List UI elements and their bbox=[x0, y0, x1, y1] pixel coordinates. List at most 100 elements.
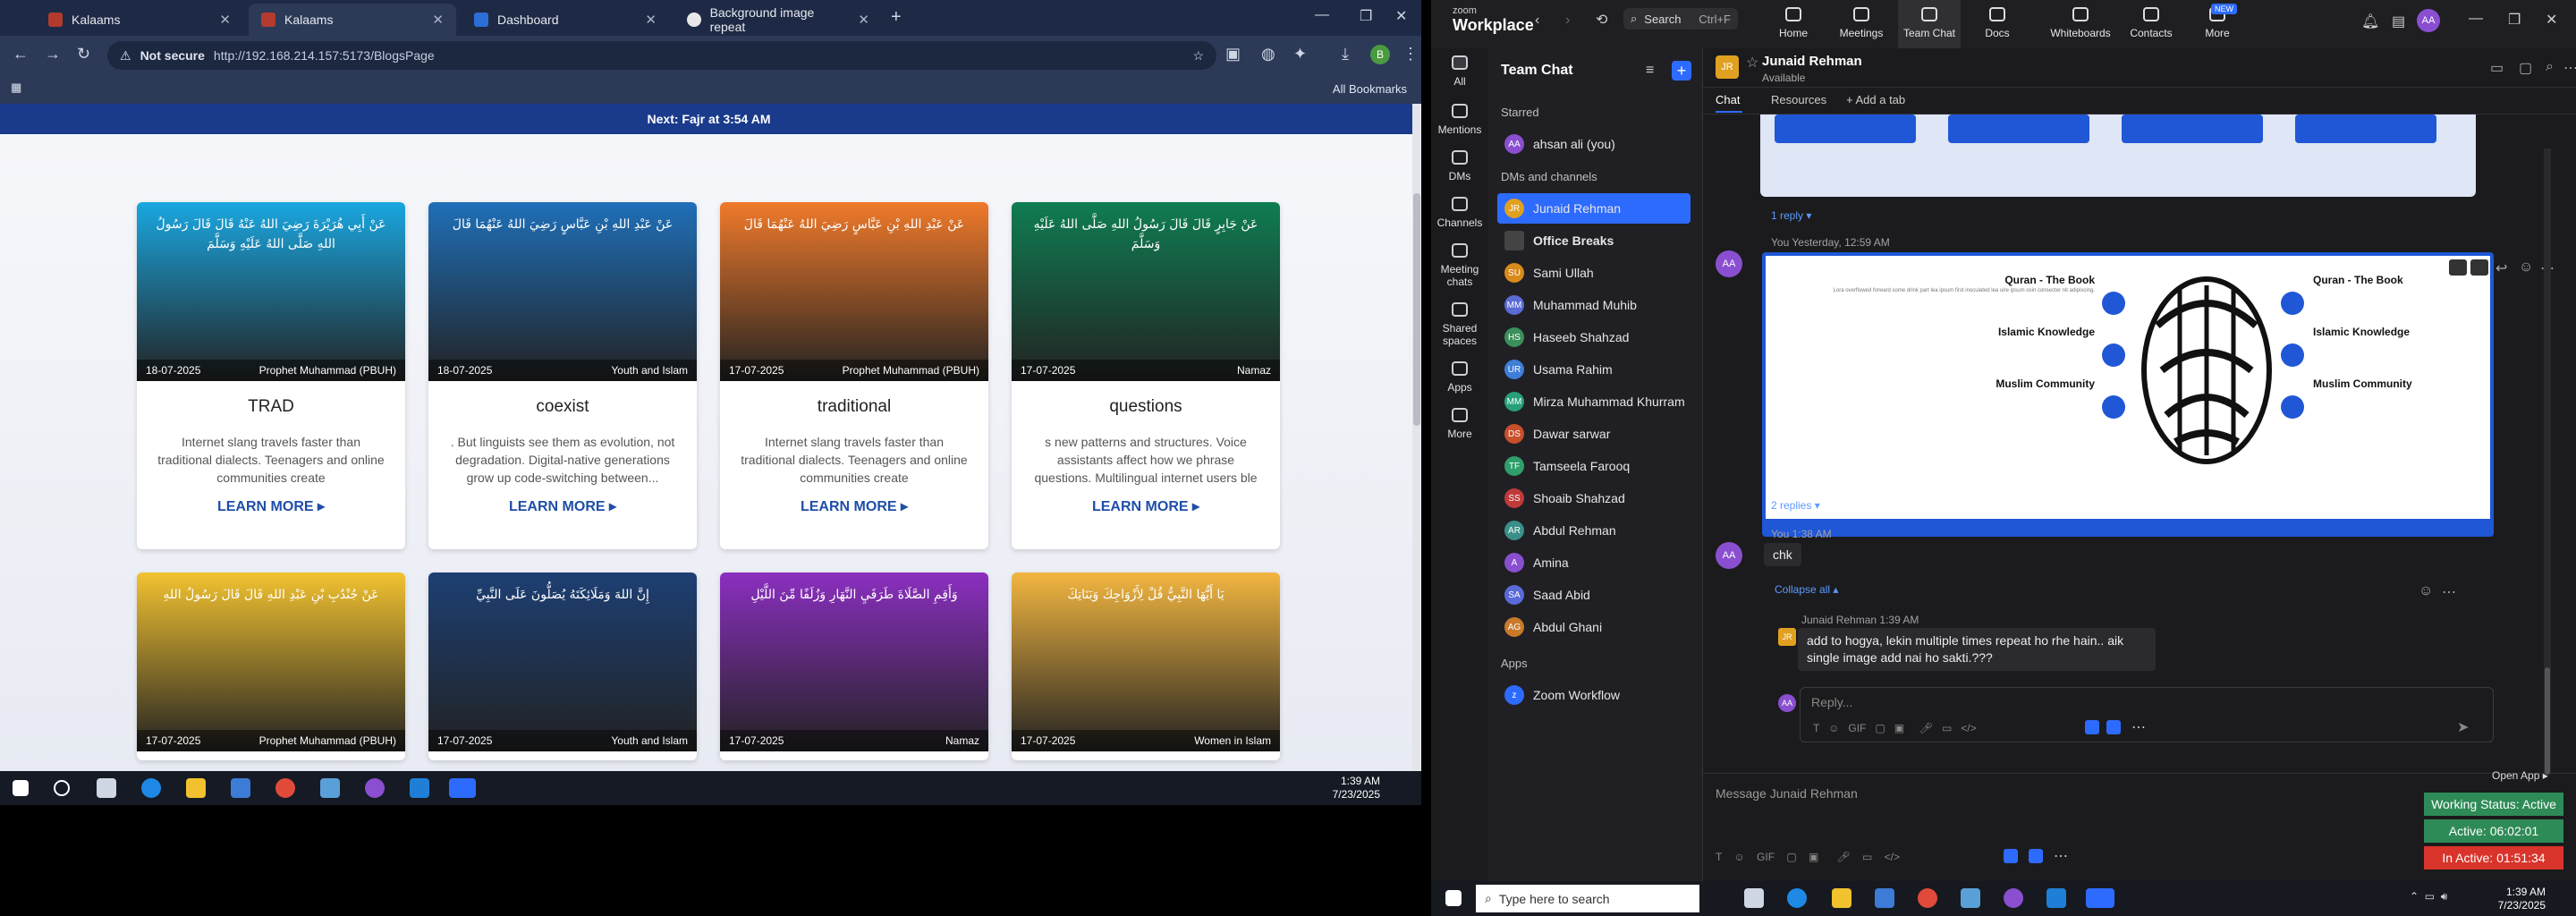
app-icon[interactable] bbox=[320, 778, 340, 798]
collapse-all-link[interactable]: Collapse all ▴ bbox=[1775, 583, 1838, 596]
blog-card[interactable]: عَنْ جَابِرٍ قَالَ قَالَ رَسُولُ اللهِ ص… bbox=[1012, 202, 1280, 549]
more-icon[interactable]: ⋯ bbox=[2131, 718, 2146, 736]
windows-start-icon[interactable] bbox=[1445, 890, 1462, 906]
sidebar-item-contact[interactable]: MM Mirza Muhammad Khurram bbox=[1497, 386, 1690, 417]
vscode-icon[interactable] bbox=[410, 778, 429, 798]
nav-contacts[interactable]: Contacts bbox=[2120, 0, 2182, 48]
sidebar-item-contact[interactable]: JR Junaid Rehman bbox=[1497, 193, 1690, 224]
nav-meetings[interactable]: Meetings bbox=[1830, 0, 1893, 48]
learn-more-link[interactable]: LEARN MORE ▸ bbox=[153, 497, 389, 515]
star-icon[interactable]: ☆ bbox=[1746, 54, 1758, 72]
dms-header[interactable]: DMs and channels bbox=[1501, 170, 1597, 183]
apps-grid-icon[interactable]: ▦ bbox=[11, 81, 21, 95]
emoji-icon[interactable]: ☺ bbox=[2519, 259, 2533, 276]
maximize-icon[interactable]: ❐ bbox=[1360, 7, 1372, 25]
browser-tab[interactable]: Kalaams ✕ bbox=[36, 4, 243, 36]
nav-docs[interactable]: Docs bbox=[1966, 0, 2029, 48]
send-icon[interactable]: ➤ bbox=[2457, 718, 2469, 736]
sidebar-item-contact[interactable]: TF Tamseela Farooq bbox=[1497, 451, 1690, 481]
more-icon[interactable]: ⋯ bbox=[2563, 59, 2576, 77]
extension-icon[interactable]: ◍ bbox=[1261, 45, 1275, 64]
minimize-icon[interactable]: — bbox=[1315, 7, 1329, 23]
forward-icon[interactable]: › bbox=[1565, 13, 1570, 29]
chrome-icon[interactable] bbox=[275, 778, 295, 798]
app-shortcut-icon[interactable] bbox=[2029, 849, 2043, 863]
sidebar-item-contact[interactable]: A Amina bbox=[1497, 547, 1690, 578]
search-icon[interactable] bbox=[54, 780, 70, 796]
taskbar-search-input[interactable]: ⌕ Type here to search bbox=[1476, 885, 1699, 912]
blog-card[interactable]: عَنْ جُنْدُبِ بْنِ عَبْدِ اللهِ قَالَ قَ… bbox=[137, 572, 405, 760]
reply-box[interactable]: Reply... T ☺ GIF ▢ ▣ 🎤︎ ▭ </> ⋯ ➤ bbox=[1800, 687, 2494, 742]
tab-chat[interactable]: Chat bbox=[1716, 93, 1740, 106]
reply-input[interactable]: Reply... bbox=[1811, 695, 1852, 709]
history-icon[interactable]: ⟲ bbox=[1596, 11, 1607, 29]
sidebar-item-contact[interactable]: MM Muhammad Muhib bbox=[1497, 290, 1690, 320]
sidebar-item-contact[interactable]: HS Haseeb Shahzad bbox=[1497, 322, 1690, 352]
reply-message-bubble[interactable]: add to hogya, lekin multiple times repea… bbox=[1798, 628, 2156, 671]
rail-channels[interactable]: Channels bbox=[1431, 197, 1488, 229]
task-view-icon[interactable] bbox=[1744, 888, 1764, 908]
close-icon[interactable]: ✕ bbox=[219, 12, 231, 28]
sidebar-item-contact[interactable]: SS Shoaib Shahzad bbox=[1497, 483, 1690, 513]
learn-more-link[interactable]: LEARN MORE ▸ bbox=[736, 497, 972, 515]
edge-icon[interactable] bbox=[141, 778, 161, 798]
previous-image-attachment[interactable] bbox=[1760, 114, 2476, 197]
profile-avatar[interactable]: AA bbox=[2417, 9, 2440, 32]
page-scrollbar[interactable] bbox=[1412, 104, 1421, 771]
extension-icon[interactable]: ▣ bbox=[1225, 45, 1241, 64]
tab-resources[interactable]: Resources bbox=[1771, 93, 1826, 106]
contact-name[interactable]: Junaid Rehman bbox=[1762, 54, 1862, 69]
blog-card[interactable]: إِنَّ اللهَ وَمَلَائِكَتَهُ يُصَلُّونَ ع… bbox=[428, 572, 697, 760]
more-icon[interactable] bbox=[2470, 259, 2488, 276]
tray-icons[interactable]: ⌃ ▭ 🔊︎ bbox=[2410, 890, 2447, 903]
rail-shared-spaces[interactable]: Shared spaces bbox=[1431, 302, 1488, 347]
video-call-icon[interactable]: ▭ bbox=[2490, 59, 2504, 77]
reply-icon[interactable]: ↩ bbox=[2496, 259, 2507, 277]
close-window-icon[interactable]: ✕ bbox=[2546, 11, 2557, 29]
file-explorer-icon[interactable] bbox=[1832, 888, 1852, 908]
search-icon[interactable]: ⌕ bbox=[2546, 59, 2554, 75]
reply-count-link[interactable]: 2 replies ▾ bbox=[1771, 499, 1820, 512]
back-icon[interactable]: ← bbox=[13, 45, 29, 64]
scrollbar-thumb[interactable] bbox=[2545, 667, 2550, 775]
sidebar-item-contact[interactable]: AR Abdul Rehman bbox=[1497, 515, 1690, 546]
blog-card[interactable]: عَنْ عَبْدِ اللهِ بْنِ عَبَّاسٍ رَضِيَ ا… bbox=[428, 202, 697, 549]
forward-icon[interactable]: → bbox=[45, 45, 61, 64]
close-icon[interactable]: ✕ bbox=[432, 12, 444, 28]
message-bubble[interactable]: chk bbox=[1764, 543, 1801, 566]
starred-header[interactable]: Starred bbox=[1501, 106, 1539, 119]
sidebar-title[interactable]: Team Chat bbox=[1501, 63, 1573, 79]
close-icon[interactable]: ✕ bbox=[858, 12, 869, 28]
apps-header[interactable]: Apps bbox=[1501, 657, 1528, 670]
rail-all[interactable]: All bbox=[1431, 55, 1488, 88]
tab-add[interactable]: + Add a tab bbox=[1846, 93, 1905, 106]
download-icon[interactable]: ⤓ bbox=[1342, 45, 1349, 64]
nav-home[interactable]: Home bbox=[1762, 0, 1825, 48]
zoom-taskbar-icon[interactable] bbox=[2086, 888, 2114, 908]
profile-avatar[interactable]: B bbox=[1370, 45, 1390, 64]
sidebar-item-zoom-workflow[interactable]: z Zoom Workflow bbox=[1497, 680, 1690, 710]
rail-dms[interactable]: DMs bbox=[1431, 150, 1488, 182]
compose-toolbar[interactable]: T ☺ GIF ▢ ▣ 🎤︎ ▭ </> bbox=[1716, 851, 1900, 863]
sidebar-item-contact[interactable]: AG Abdul Ghani bbox=[1497, 612, 1690, 642]
minimize-icon[interactable]: — bbox=[2469, 11, 2483, 27]
github-icon[interactable] bbox=[365, 778, 385, 798]
scrollbar-thumb[interactable] bbox=[1413, 193, 1420, 426]
rail-apps[interactable]: Apps bbox=[1431, 361, 1488, 394]
blog-card[interactable]: يَا أَيُّهَا النَّبِيُّ قُلْ لِأَزْوَاجِ… bbox=[1012, 572, 1280, 760]
app-shortcut-icon[interactable] bbox=[2085, 720, 2099, 734]
close-window-icon[interactable]: ✕ bbox=[1395, 7, 1407, 25]
github-icon[interactable] bbox=[2004, 888, 2023, 908]
sidebar-item-self[interactable]: AA ahsan ali (you) bbox=[1497, 129, 1690, 159]
screen-icon[interactable]: ▢ bbox=[2519, 59, 2532, 77]
zoom-taskbar-icon[interactable] bbox=[449, 778, 476, 798]
app-shortcut-icon[interactable] bbox=[2106, 720, 2121, 734]
learn-more-link[interactable]: LEARN MORE ▸ bbox=[1028, 497, 1264, 515]
browser-tab-active[interactable]: Kalaams ✕ bbox=[249, 4, 456, 36]
format-toolbar[interactable]: T ☺ GIF ▢ ▣ 🎤︎ ▭ </> bbox=[1813, 722, 1977, 734]
bookmark-star-icon[interactable]: ☆ bbox=[1192, 48, 1204, 64]
maximize-icon[interactable]: ❐ bbox=[2508, 11, 2521, 29]
windows-start-icon[interactable] bbox=[13, 780, 29, 796]
new-tab-icon[interactable]: + bbox=[891, 7, 902, 28]
calendar-icon[interactable]: ▤ bbox=[2392, 13, 2405, 30]
